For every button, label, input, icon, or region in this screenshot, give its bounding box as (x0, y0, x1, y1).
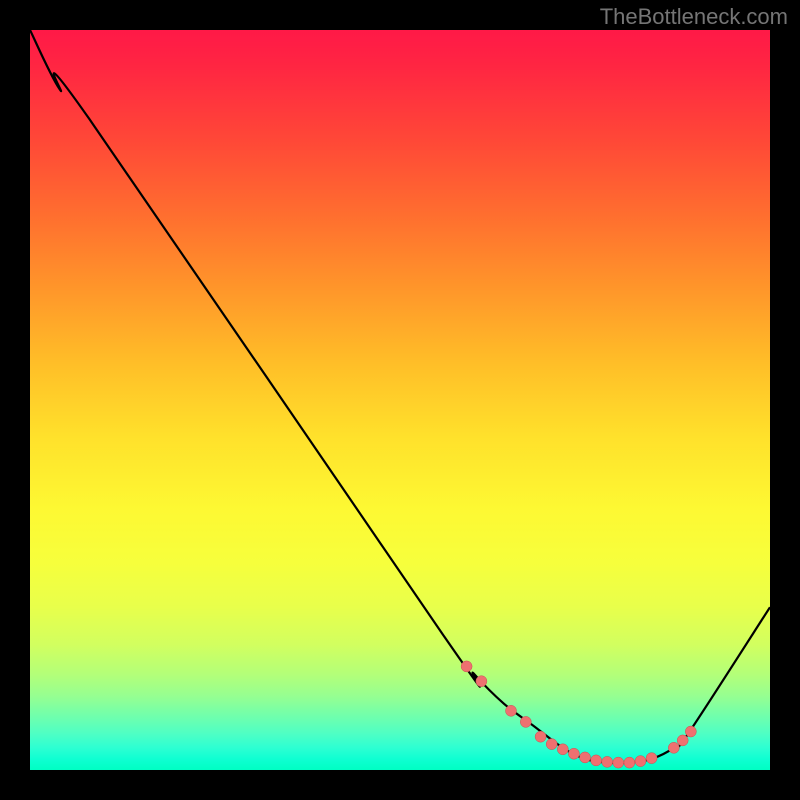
marker-dots (461, 661, 696, 768)
bottleneck-curve (30, 30, 770, 763)
marker-dot (476, 676, 487, 687)
marker-dot (668, 742, 679, 753)
marker-dot (624, 757, 635, 768)
marker-dot (685, 726, 696, 737)
marker-dot (646, 753, 657, 764)
marker-dot (535, 731, 546, 742)
marker-dot (613, 757, 624, 768)
marker-dot (461, 661, 472, 672)
attribution-text: TheBottleneck.com (600, 4, 788, 30)
marker-dot (591, 755, 602, 766)
marker-dot (677, 735, 688, 746)
marker-dot (557, 744, 568, 755)
marker-dot (602, 756, 613, 767)
plot-area (30, 30, 770, 770)
curve-svg (30, 30, 770, 770)
marker-dot (635, 756, 646, 767)
marker-dot (580, 752, 591, 763)
marker-dot (546, 739, 557, 750)
marker-dot (568, 748, 579, 759)
marker-dot (506, 705, 517, 716)
marker-dot (520, 716, 531, 727)
